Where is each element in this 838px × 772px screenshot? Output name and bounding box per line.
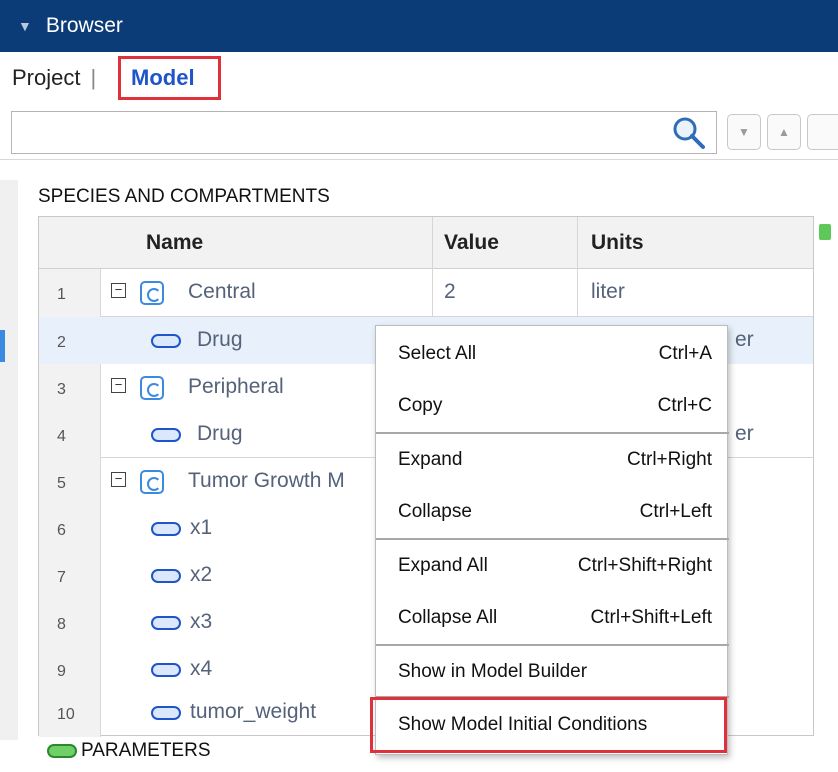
selection-marker [0, 330, 5, 362]
menu-item-shortcut: Ctrl+Shift+Right [577, 555, 712, 576]
collapse-toggle-icon[interactable]: − [111, 472, 126, 487]
menu-item-show-model-initial-conditions[interactable]: Show Model Initial Conditions [370, 697, 727, 753]
row-name: tumor_weight [190, 700, 317, 723]
row-name: Drug [197, 422, 243, 445]
row-number: 4 [57, 428, 66, 445]
find-next-button[interactable]: ▼ [727, 114, 761, 150]
species-icon [151, 663, 181, 677]
row-name: x1 [190, 516, 213, 539]
row-units[interactable]: er [735, 422, 754, 446]
menu-item-copy[interactable]: Copy Ctrl+C [376, 380, 729, 430]
column-header-value[interactable]: Value [444, 231, 499, 255]
menu-item-shortcut: Ctrl+Shift+Left [590, 607, 712, 628]
menu-item-expand[interactable]: Expand Ctrl+Right [376, 434, 729, 484]
menu-item-expand-all[interactable]: Expand All Ctrl+Shift+Right [376, 540, 729, 590]
menu-item-shortcut: Ctrl+C [657, 395, 712, 416]
row-name: Peripheral [188, 375, 284, 398]
context-menu: Select All Ctrl+A Copy Ctrl+C Expand Ctr… [370, 325, 729, 755]
menu-item-label: Show in Model Builder [398, 661, 588, 682]
menu-item-collapse[interactable]: Collapse Ctrl+Left [376, 486, 729, 536]
find-previous-button[interactable]: ▲ [767, 114, 801, 150]
row-number: 8 [57, 616, 66, 633]
menu-item-shortcut: Ctrl+A [658, 343, 712, 364]
row-number: 7 [57, 569, 66, 586]
menu-item-select-all[interactable]: Select All Ctrl+A [376, 328, 729, 378]
left-gutter [0, 180, 18, 740]
compartment-icon [140, 376, 164, 400]
parameter-icon [47, 744, 77, 758]
search-options-button[interactable] [807, 114, 838, 150]
tab-separator: | [90, 65, 97, 90]
row-units[interactable]: er [735, 328, 754, 352]
menu-item-label: Collapse [398, 501, 472, 522]
panel-title: Browser [45, 14, 123, 37]
row-name: Drug [197, 328, 243, 351]
menu-item-label: Select All [398, 343, 477, 364]
menu-item-label: Copy [398, 395, 443, 416]
column-header-units[interactable]: Units [591, 231, 644, 255]
row-number: 5 [57, 475, 66, 492]
status-indicator [819, 224, 831, 240]
menu-item-shortcut: Ctrl+Left [639, 501, 712, 522]
collapse-toggle-icon[interactable]: − [111, 283, 126, 298]
menu-item-label: Expand [398, 449, 463, 470]
menu-item-label: Collapse All [398, 607, 498, 628]
row-units[interactable]: liter [591, 280, 625, 304]
collapse-toggle-icon[interactable]: − [111, 378, 126, 393]
row-number: 1 [57, 286, 66, 303]
species-icon [151, 569, 181, 583]
row-name: x2 [190, 563, 213, 586]
tab-project[interactable]: Project [12, 65, 80, 91]
table-header: Name Value Units [39, 217, 813, 269]
column-header-name[interactable]: Name [146, 231, 203, 255]
menu-item-collapse-all[interactable]: Collapse All Ctrl+Shift+Left [376, 592, 729, 642]
row-name: x4 [190, 657, 213, 680]
search-input[interactable] [11, 111, 717, 154]
collapse-triangle-icon[interactable]: ▼ [18, 18, 32, 34]
row-name: Tumor Growth M [188, 469, 345, 492]
menu-item-label: Show Model Initial Conditions [398, 714, 648, 735]
row-number: 9 [57, 663, 66, 680]
tab-model[interactable]: Model [118, 56, 221, 100]
chevron-up-icon: ▲ [778, 125, 790, 139]
row-name: Central [188, 280, 256, 303]
menu-item-shortcut: Ctrl+Right [627, 449, 712, 470]
search-row [0, 104, 838, 160]
browser-titlebar[interactable]: ▼ Browser [0, 0, 838, 52]
row-number: 10 [57, 706, 75, 723]
row-value[interactable]: 2 [444, 280, 456, 304]
row-number: 2 [57, 334, 66, 351]
search-icon[interactable] [669, 113, 709, 153]
menu-item-label: Expand All [398, 555, 488, 576]
species-icon [151, 522, 181, 536]
species-icon [151, 428, 181, 442]
row-number: 3 [57, 381, 66, 398]
row-name: x3 [190, 610, 213, 633]
species-section-title: SPECIES AND COMPARTMENTS [38, 186, 330, 207]
parameters-section[interactable]: PARAMETERS [47, 740, 211, 762]
menu-item-show-in-model-builder[interactable]: Show in Model Builder [376, 646, 729, 696]
table-row[interactable]: 1 − Central 2 liter [39, 269, 813, 316]
species-icon [151, 706, 181, 720]
species-icon [151, 334, 181, 348]
chevron-down-icon: ▼ [738, 125, 750, 139]
parameters-section-title: PARAMETERS [81, 740, 211, 761]
row-number: 6 [57, 522, 66, 539]
compartment-icon [140, 470, 164, 494]
compartment-icon [140, 281, 164, 305]
species-icon [151, 616, 181, 630]
browser-tabs: Project | Model [0, 52, 838, 104]
